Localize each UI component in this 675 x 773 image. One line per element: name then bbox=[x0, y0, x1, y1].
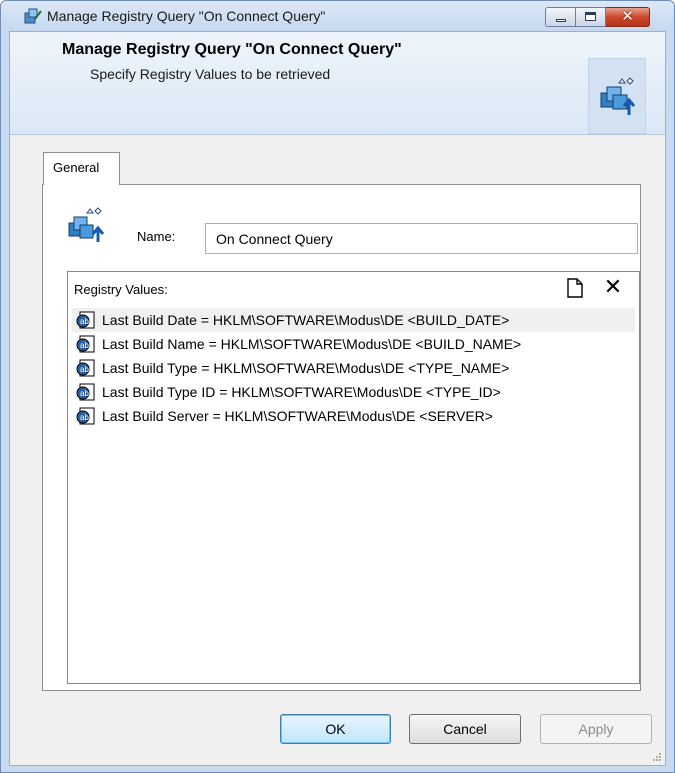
apply-button[interactable]: Apply bbox=[540, 714, 652, 744]
general-tab-panel: Name: Registry Values: ✕ ab Last Build D… bbox=[42, 184, 641, 691]
registry-query-icon bbox=[600, 77, 636, 115]
header-subtitle: Specify Registry Values to be retrieved bbox=[90, 66, 331, 82]
registry-value-text: Last Build Name = HKLM\SOFTWARE\Modus\DE… bbox=[102, 336, 522, 352]
registry-values-list[interactable]: ab Last Build Date = HKLM\SOFTWARE\Modus… bbox=[72, 308, 635, 428]
registry-values-group: Registry Values: ✕ ab Last Build Date = … bbox=[67, 271, 640, 684]
dialog-client-area: Manage Registry Query "On Connect Query"… bbox=[9, 31, 666, 766]
registry-value-icon: ab bbox=[76, 335, 95, 353]
registry-value-icon: ab bbox=[76, 311, 95, 329]
dialog-header: Manage Registry Query "On Connect Query"… bbox=[10, 32, 665, 135]
registry-value-text: Last Build Date = HKLM\SOFTWARE\Modus\DE… bbox=[102, 312, 510, 328]
svg-text:ab: ab bbox=[80, 389, 89, 398]
dialog-window: Manage Registry Query "On Connect Query"… bbox=[0, 0, 675, 773]
minimize-button[interactable] bbox=[545, 7, 576, 27]
header-title: Manage Registry Query "On Connect Query" bbox=[62, 41, 402, 58]
registry-values-label: Registry Values: bbox=[74, 282, 168, 297]
registry-value-text: Last Build Type ID = HKLM\SOFTWARE\Modus… bbox=[102, 384, 501, 400]
registry-value-icon: ab bbox=[76, 359, 95, 377]
svg-text:ab: ab bbox=[80, 317, 89, 326]
list-item[interactable]: ab Last Build Date = HKLM\SOFTWARE\Modus… bbox=[72, 308, 635, 332]
registry-query-icon bbox=[24, 8, 42, 24]
registry-value-icon: ab bbox=[76, 383, 95, 401]
list-item[interactable]: ab Last Build Type ID = HKLM\SOFTWARE\Mo… bbox=[72, 380, 635, 404]
new-document-icon[interactable] bbox=[567, 278, 583, 298]
registry-query-icon bbox=[68, 207, 105, 242]
list-item[interactable]: ab Last Build Name = HKLM\SOFTWARE\Modus… bbox=[72, 332, 635, 356]
name-field[interactable] bbox=[205, 223, 638, 254]
tab-general-label: General bbox=[53, 160, 100, 175]
svg-text:ab: ab bbox=[80, 365, 89, 374]
list-item[interactable]: ab Last Build Type = HKLM\SOFTWARE\Modus… bbox=[72, 356, 635, 380]
minimize-icon bbox=[556, 19, 566, 22]
cancel-button[interactable]: Cancel bbox=[409, 714, 521, 744]
close-button[interactable]: ✕ bbox=[606, 7, 650, 27]
delete-icon[interactable]: ✕ bbox=[603, 276, 623, 298]
registry-value-icon: ab bbox=[76, 407, 95, 425]
svg-text:ab: ab bbox=[80, 341, 89, 350]
maximize-button[interactable] bbox=[576, 7, 606, 27]
maximize-icon bbox=[585, 12, 596, 21]
close-icon: ✕ bbox=[621, 8, 634, 25]
svg-text:ab: ab bbox=[80, 413, 89, 422]
ok-button[interactable]: OK bbox=[280, 714, 391, 744]
header-icon-panel bbox=[588, 58, 646, 134]
resize-grip-icon[interactable] bbox=[652, 752, 662, 762]
window-title: Manage Registry Query "On Connect Query" bbox=[47, 8, 326, 24]
registry-value-text: Last Build Server = HKLM\SOFTWARE\Modus\… bbox=[102, 408, 493, 424]
tab-general[interactable]: General bbox=[43, 152, 120, 185]
name-label: Name: bbox=[137, 229, 176, 244]
title-bar[interactable]: Manage Registry Query "On Connect Query"… bbox=[1, 1, 674, 31]
list-item[interactable]: ab Last Build Server = HKLM\SOFTWARE\Mod… bbox=[72, 404, 635, 428]
registry-value-text: Last Build Type = HKLM\SOFTWARE\Modus\DE… bbox=[102, 360, 510, 376]
